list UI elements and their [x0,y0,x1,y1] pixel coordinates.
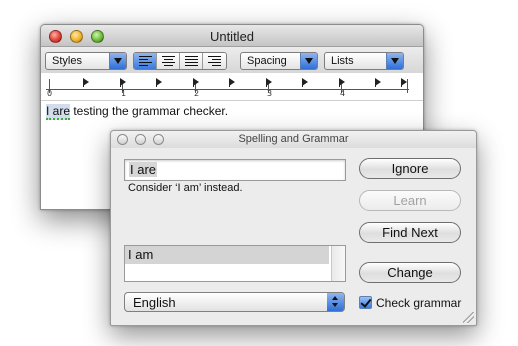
chevron-down-icon [109,53,126,69]
window-title: Untitled [209,29,255,44]
ruler-number: 4 [340,89,346,98]
resize-grip-icon[interactable] [463,312,474,323]
chevron-down-icon [386,53,403,69]
chevron-down-icon [300,53,317,69]
align-left-button[interactable] [134,53,157,69]
justify-button[interactable] [180,53,203,69]
spelling-grammar-panel[interactable]: Spelling and Grammar I are Consider ‘I a… [110,130,477,326]
guess-item[interactable]: I am [125,246,329,264]
ruler[interactable]: 0 1 2 3 4 [41,73,423,101]
tab-stop-marker[interactable] [339,78,345,87]
styles-popup-label: Styles [52,55,82,67]
tab-stop-marker[interactable] [229,78,235,87]
check-grammar-checkbox[interactable] [359,296,372,309]
ruler-number: 0 [47,89,53,98]
ruler-tick [407,79,408,93]
tab-stop-marker[interactable] [266,78,272,87]
spacing-popup-label: Spacing [247,55,287,67]
lists-popup[interactable]: Lists [324,52,404,70]
chevron-updown-icon [327,293,344,311]
alignment-group [133,52,227,70]
lists-popup-label: Lists [331,55,354,67]
right-margin-marker[interactable] [401,78,407,87]
change-button[interactable]: Change [359,262,461,283]
ignore-button[interactable]: Ignore [359,158,461,179]
guess-list-scrollbar[interactable] [331,246,345,281]
tab-stop-marker[interactable] [375,78,381,87]
flagged-text-field[interactable]: I are [124,159,346,181]
tab-stop-marker[interactable] [156,78,162,87]
ruler-number: 3 [267,89,273,98]
language-popup[interactable]: English [124,292,345,312]
language-popup-label: English [133,295,176,310]
grammar-suggestion-message: Consider ‘I am’ instead. [128,182,243,194]
align-right-button[interactable] [203,53,226,69]
ruler-baseline [46,89,409,90]
ruler-number: 1 [121,89,127,98]
ruler-number: 2 [194,89,200,98]
flagged-text: I are [129,162,158,177]
styles-popup[interactable]: Styles [45,52,127,70]
tab-stop-marker[interactable] [302,78,308,87]
tab-stop-marker[interactable] [83,78,89,87]
window-titlebar[interactable]: Untitled [41,25,423,47]
document-text[interactable]: I are testing the grammar checker. [46,104,229,120]
tab-stop-marker[interactable] [193,78,199,87]
guess-list[interactable]: I am [124,245,346,282]
grammar-error-phrase[interactable]: I are [46,104,71,120]
panel-title: Spelling and Grammar [238,133,349,145]
document-text-rest: testing the grammar checker. [70,104,229,118]
learn-button[interactable]: Learn [359,190,461,211]
align-center-button[interactable] [157,53,180,69]
tab-stop-marker[interactable] [120,78,126,87]
format-toolbar: Styles Spacing Lists [41,47,423,73]
panel-titlebar[interactable]: Spelling and Grammar [111,131,476,148]
check-grammar-label[interactable]: Check grammar [376,296,461,310]
spacing-popup[interactable]: Spacing [240,52,318,70]
find-next-button[interactable]: Find Next [359,222,461,243]
